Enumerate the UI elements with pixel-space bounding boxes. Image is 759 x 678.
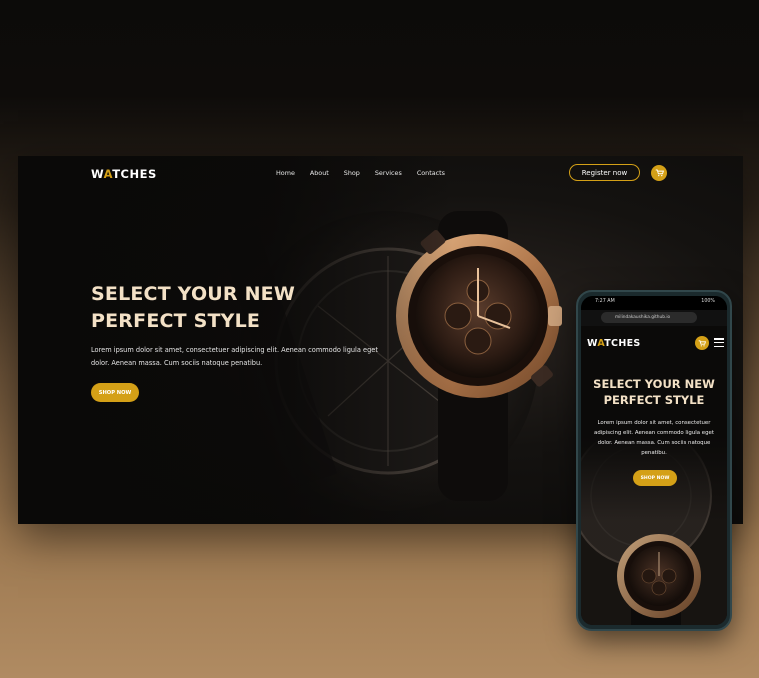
phone-mockup: 7:27 AM 100% milindakaushika.github.io W… — [576, 290, 732, 631]
phone-brand-logo[interactable]: WATCHES — [587, 338, 641, 349]
register-button[interactable]: Register now — [569, 164, 640, 181]
phone-hero-title-line1: SELECT YOUR NEW — [593, 377, 715, 391]
cart-button[interactable] — [651, 165, 667, 181]
nav-item-services[interactable]: Services — [375, 169, 402, 177]
main-nav: Home About Shop Services Contacts — [276, 169, 460, 177]
phone-screen: 7:27 AM 100% milindakaushika.github.io W… — [581, 296, 727, 625]
shop-now-button[interactable]: SHOP NOW — [91, 383, 139, 402]
nav-item-home[interactable]: Home — [276, 169, 295, 177]
hero-title-line1: SELECT YOUR NEW — [91, 283, 296, 305]
phone-hero-title-line2: PERFECT STYLE — [603, 393, 705, 407]
address-bar[interactable]: milindakaushika.github.io — [601, 312, 697, 323]
cart-icon — [698, 339, 706, 346]
hamburger-menu-icon[interactable] — [714, 338, 724, 350]
cart-icon — [655, 169, 664, 177]
phone-hero-title: SELECT YOUR NEW PERFECT STYLE — [581, 376, 727, 408]
phone-shop-now-button[interactable]: SHOP NOW — [633, 470, 677, 486]
hero-title-line2: PERFECT STYLE — [91, 310, 261, 332]
brand-logo[interactable]: WATCHES — [91, 167, 157, 181]
hero-description: Lorem ipsum dolor sit amet, consectetuer… — [91, 346, 378, 367]
status-time: 7:27 AM — [595, 299, 615, 304]
nav-item-about[interactable]: About — [310, 169, 329, 177]
phone-watch-image — [581, 436, 727, 625]
phone-cart-button[interactable] — [695, 336, 709, 350]
status-battery: 100% — [701, 299, 715, 304]
nav-item-contacts[interactable]: Contacts — [417, 169, 445, 177]
phone-hero-description: Lorem ipsum dolor sit amet, consectetuer… — [594, 420, 714, 456]
nav-item-shop[interactable]: Shop — [344, 169, 360, 177]
hero-title: SELECT YOUR NEW PERFECT STYLE — [91, 281, 351, 335]
